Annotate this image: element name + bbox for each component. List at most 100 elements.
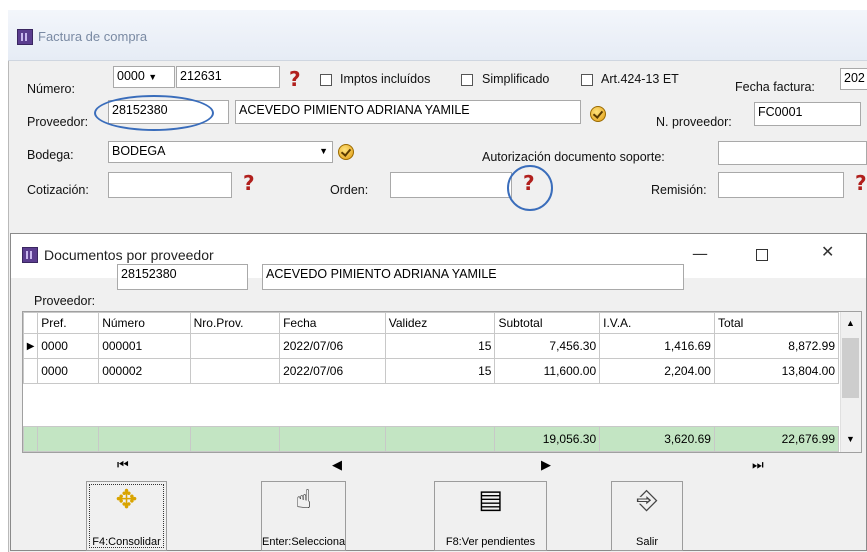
- window-title: Factura de compra: [38, 29, 148, 44]
- maximize-icon[interactable]: [756, 249, 768, 261]
- cell-subtotal: 7,456.30: [494, 333, 601, 359]
- header-iva[interactable]: I.V.A.: [599, 312, 715, 334]
- table-row[interactable]: ▶ 0000 000001 2022/07/06 15 7,456.30 1,4…: [23, 333, 840, 359]
- remision-label: Remisión:: [651, 183, 707, 197]
- total-iva: 3,620.69: [599, 426, 715, 452]
- art-424-checkbox[interactable]: [581, 74, 593, 86]
- cell-validez: 15: [384, 333, 496, 359]
- dialog-proveedor-label: Proveedor:: [34, 294, 96, 308]
- documents-table: Pref. Número Nro.Prov. Fecha Validez Sub…: [23, 312, 840, 452]
- dialog-title: Documentos por proveedor: [44, 247, 214, 263]
- bodega-label: Bodega:: [27, 148, 74, 162]
- salir-button[interactable]: ⎆ Salir: [611, 481, 683, 551]
- header-numero[interactable]: Número: [98, 312, 191, 334]
- bodega-combo[interactable]: BODEGA ▼: [108, 141, 333, 163]
- proveedor-name-field: ACEVEDO PIMIENTO ADRIANA YAMILE: [235, 100, 581, 124]
- numero-help-icon[interactable]: ?: [289, 69, 301, 89]
- header-indicator: [23, 312, 39, 334]
- remision-input[interactable]: [718, 172, 844, 198]
- cell-pref: 0000: [37, 358, 100, 384]
- selecciona-button[interactable]: ☝ Enter:Selecciona: [261, 481, 346, 551]
- cell-iva: 1,416.69: [599, 333, 715, 359]
- total-total: 22,676.99: [713, 426, 840, 452]
- hand-pointer-icon: ☝: [295, 485, 312, 515]
- cell-nroprov: [189, 333, 281, 359]
- nav-last-icon[interactable]: ⏭: [752, 458, 764, 473]
- totals-row: 19,056.30 3,620.69 22,676.99: [23, 426, 840, 452]
- header-fecha[interactable]: Fecha: [279, 312, 386, 334]
- remision-help-icon[interactable]: ?: [855, 173, 867, 193]
- numero-label: Número:: [27, 82, 75, 96]
- header-nroprov[interactable]: Nro.Prov.: [189, 312, 281, 334]
- proveedor-check-icon[interactable]: [590, 106, 606, 122]
- numero-prefix-value: 0000: [117, 69, 145, 83]
- cotizacion-input[interactable]: [108, 172, 232, 198]
- ver-pendientes-label: F8:Ver pendientes: [445, 536, 536, 548]
- consolidar-button[interactable]: ✥ F4:Consolidar: [86, 481, 167, 551]
- proveedor-label: Proveedor:: [27, 115, 89, 129]
- numero-prefix-combo[interactable]: 0000 ▼: [113, 66, 175, 88]
- nav-next-icon[interactable]: ▶: [541, 458, 551, 473]
- cotizacion-help-icon[interactable]: ?: [243, 173, 255, 193]
- cell-nroprov: [189, 358, 281, 384]
- cell-validez: 15: [384, 358, 496, 384]
- scroll-down-icon[interactable]: ▼: [846, 434, 855, 444]
- consolidate-arrows-icon: ✥: [115, 485, 138, 515]
- app-icon: [17, 29, 33, 45]
- scroll-up-icon[interactable]: ▲: [846, 318, 855, 328]
- scrollbar-thumb[interactable]: [842, 338, 859, 398]
- n-proveedor-input[interactable]: FC0001: [754, 102, 861, 126]
- orden-input[interactable]: [390, 172, 512, 198]
- fecha-factura-label: Fecha factura:: [735, 80, 815, 94]
- simplificado-label: Simplificado: [482, 72, 550, 86]
- dialog-proveedor-code: 28152380: [117, 264, 248, 290]
- grid-vertical-scrollbar[interactable]: ▲ ▼: [840, 312, 861, 452]
- dialog-app-icon: [22, 247, 38, 263]
- dropdown-arrow-icon: ▼: [148, 72, 158, 82]
- table-row[interactable]: 0000 000002 2022/07/06 15 11,600.00 2,20…: [23, 358, 840, 384]
- simplificado-checkbox[interactable]: [461, 74, 473, 86]
- cell-total: 13,804.00: [713, 358, 840, 384]
- fecha-factura-input[interactable]: 202: [840, 68, 867, 90]
- close-icon[interactable]: ✕: [821, 242, 834, 261]
- minimize-icon[interactable]: —: [692, 244, 708, 263]
- cell-fecha: 2022/07/06: [279, 358, 386, 384]
- document-list-icon: ▤: [478, 485, 503, 515]
- grid-header-row: Pref. Número Nro.Prov. Fecha Validez Sub…: [23, 312, 840, 334]
- dialog-proveedor-name: ACEVEDO PIMIENTO ADRIANA YAMILE: [262, 264, 684, 290]
- autorizacion-input[interactable]: [718, 141, 867, 165]
- proveedor-code-input[interactable]: 28152380: [108, 100, 229, 124]
- nav-prev-icon[interactable]: ◀: [332, 458, 342, 473]
- autorizacion-label: Autorización documento soporte:: [482, 150, 665, 164]
- n-proveedor-label: N. proveedor:: [656, 115, 732, 129]
- exit-door-icon: ⎆: [636, 485, 658, 515]
- header-pref[interactable]: Pref.: [37, 312, 100, 334]
- bodega-value: BODEGA: [112, 144, 166, 158]
- row-pointer-icon: ▶: [23, 333, 39, 359]
- cell-pref: 0000: [37, 333, 100, 359]
- cell-subtotal: 11,600.00: [494, 358, 601, 384]
- imptos-incluidos-checkbox[interactable]: [320, 74, 332, 86]
- bodega-check-icon[interactable]: [338, 144, 354, 160]
- imptos-incluidos-label: Imptos incluídos: [340, 72, 431, 86]
- salir-label: Salir: [635, 536, 658, 548]
- header-total[interactable]: Total: [713, 312, 840, 334]
- dropdown-arrow-icon: ▼: [319, 146, 328, 156]
- selecciona-label: Enter:Selecciona: [262, 536, 346, 548]
- cell-numero: 000001: [98, 333, 191, 359]
- empty-row: [24, 384, 839, 427]
- ver-pendientes-button[interactable]: ▤ F8:Ver pendientes: [434, 481, 547, 551]
- total-subtotal: 19,056.30: [494, 426, 601, 452]
- cell-iva: 2,204.00: [599, 358, 715, 384]
- cotizacion-label: Cotización:: [27, 183, 89, 197]
- cell-numero: 000002: [98, 358, 191, 384]
- orden-label: Orden:: [330, 183, 369, 197]
- nav-first-icon[interactable]: ⏮: [117, 458, 129, 473]
- header-validez[interactable]: Validez: [384, 312, 496, 334]
- consolidar-label: F4:Consolidar: [92, 536, 161, 548]
- cell-fecha: 2022/07/06: [279, 333, 386, 359]
- cell-total: 8,872.99: [713, 333, 840, 359]
- orden-help-icon[interactable]: ?: [523, 173, 535, 193]
- numero-input[interactable]: 212631: [176, 66, 280, 88]
- header-subtotal[interactable]: Subtotal: [494, 312, 601, 334]
